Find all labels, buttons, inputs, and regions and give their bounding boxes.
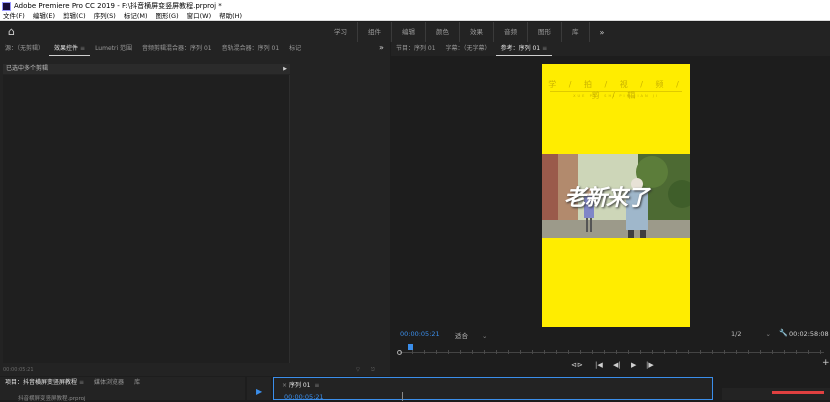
home-icon[interactable]: ⌂ [8,26,20,38]
timeline-tab[interactable]: × 序列 01 ≡ [282,380,319,389]
effect-controls-timecode: 00:00:05:21 [3,367,34,373]
quality-dropdown-value: 1/2 [731,330,742,338]
tab-source[interactable]: 源：（无剪辑） [0,42,49,56]
tools-panel: ▶ [247,377,271,400]
tab-markers[interactable]: 标记 [284,42,306,56]
workspace-editing[interactable]: 编辑 [392,22,426,42]
workspace-tabs: 学习 组件 编辑 颜色 效果 音频 图形 库 » [324,22,604,42]
title-bar: Adobe Premiere Pro CC 2019 - F:\抖音横屏变竖屏教… [0,0,830,12]
go-to-in-icon[interactable]: |◀ [595,361,603,369]
fit-dropdown-chevron-icon: ⌄ [482,332,488,340]
project-file-label: 抖音横屏变竖屏教程.prproj [18,396,86,402]
program-scrub-bar[interactable] [397,342,825,356]
video-overlay-text: 老新来了 [564,185,649,211]
tab-captions[interactable]: 字幕：（无字幕） [441,42,496,56]
workspace-learn[interactable]: 学习 [324,22,358,42]
tab-audio-track-mixer[interactable]: 音轨混合器：序列 01 [217,42,285,56]
effect-controls-footer: 00:00:05:21 ▽ ⎋ [0,364,390,376]
menu-file[interactable]: 文件(F) [0,12,29,20]
step-forward-icon[interactable]: |▶ [646,361,654,369]
menu-sequence[interactable]: 序列(S) [90,12,120,20]
workspace-audio[interactable]: 音频 [494,22,528,42]
project-panel-menu-icon[interactable]: ≡ [79,379,84,386]
selection-tool-icon[interactable]: ▶ [256,387,262,396]
source-panel-tabs: 源：（无剪辑） 效果控件 ≡ Lumetri 范围 音频剪辑混合器：序列 01 音… [0,42,390,56]
menu-graphics[interactable]: 图形(G) [152,12,183,20]
audio-meter-bar [772,391,824,394]
premiere-app-icon [2,1,11,11]
menu-clip[interactable]: 剪辑(C) [59,12,90,20]
workspace-bar: ⌂ 学习 组件 编辑 颜色 效果 音频 图形 库 » [0,22,830,42]
effect-controls-header-label: 已选中多个剪辑 [6,65,49,72]
tab-media-browser[interactable]: 媒体浏览器 [89,377,129,389]
project-panel: 项目：抖音横屏变竖屏教程 ≡ 媒体浏览器 库 抖音横屏变竖屏教程.prproj [0,377,245,402]
panel-menu-icon[interactable]: ≡ [80,45,85,52]
effect-controls-header: 已选中多个剪辑 ▶ [3,64,290,74]
timeline-panel-menu-icon[interactable]: ≡ [314,382,319,389]
menu-window[interactable]: 窗口(W) [183,12,216,20]
tab-effect-controls[interactable]: 效果控件 ≡ [49,42,91,56]
timeline-tab-label: 序列 01 [288,382,311,389]
program-monitor-tabs: 节目：序列 01 字幕：（无字幕） 参考：序列 01 ≡ [391,42,830,56]
tab-project[interactable]: 项目：抖音横屏变竖屏教程 ≡ [0,377,89,389]
play-icon[interactable]: ▶ [631,361,636,369]
program-timecode[interactable]: 00:00:05:21 [400,330,440,338]
menu-bar: 文件(F) 编辑(E) 剪辑(C) 序列(S) 标记(M) 图形(G) 窗口(W… [0,12,830,21]
menu-marker[interactable]: 标记(M) [120,12,152,20]
project-panel-tabs: 项目：抖音横屏变竖屏教程 ≡ 媒体浏览器 库 [0,377,245,389]
video-photo: 老新来了 [542,154,690,238]
workspace-graphics[interactable]: 图形 [528,22,562,42]
add-marker-icon[interactable]: ⊲⊳ [571,361,583,369]
close-tab-icon[interactable]: × [282,382,287,389]
tab-project-label: 项目：抖音横屏变竖屏教程 [5,379,78,386]
add-button-icon[interactable]: + [822,358,830,368]
video-title-divider [550,91,682,92]
window-title: Adobe Premiere Pro CC 2019 - F:\抖音横屏变竖屏教… [14,2,222,10]
tab-reference[interactable]: 参考：序列 01 ≡ [495,42,553,56]
video-subtitle: XUE PAI SHI PIN JIAN JI [573,94,659,98]
tab-program[interactable]: 节目：序列 01 [391,42,441,56]
source-tabs-overflow-icon[interactable]: » [379,43,384,52]
fit-dropdown[interactable]: 适合 ⌄ [455,330,487,340]
workspace-libraries[interactable]: 库 [562,22,590,42]
tab-audio-clip-mixer[interactable]: 音频剪辑混合器：序列 01 [137,42,217,56]
fit-dropdown-value: 适合 [455,332,468,340]
wrench-icon[interactable]: 🔧 [779,329,788,337]
menu-help[interactable]: 帮助(H) [215,12,246,20]
tab-lumetri-scopes[interactable]: Lumetri 范围 [90,42,137,56]
workspace-assembly[interactable]: 组件 [358,22,392,42]
source-panel: 源：（无剪辑） 效果控件 ≡ Lumetri 范围 音频剪辑混合器：序列 01 音… [0,42,390,376]
export-icon[interactable]: ⎋ [371,364,375,376]
scrub-ruler-ticks [400,350,824,354]
menu-edit[interactable]: 编辑(E) [29,12,59,20]
expand-arrow-icon[interactable]: ▶ [283,64,287,74]
tab-effect-controls-label: 效果控件 [54,45,79,52]
quality-dropdown-chevron-icon: ⌄ [765,330,771,338]
filter-icon[interactable]: ▽ [356,364,360,376]
program-duration: 00:02:58:08 [789,330,829,338]
tab-libraries[interactable]: 库 [129,377,145,389]
program-panel-menu-icon[interactable]: ≡ [542,45,547,52]
effect-controls-content [3,75,290,363]
workspace-effects[interactable]: 效果 [460,22,494,42]
scrub-start-circle-icon[interactable] [397,350,402,355]
timeline-panel: × 序列 01 ≡ 00:00:05:21 [273,377,713,401]
step-back-icon[interactable]: ◀| [613,361,621,369]
quality-dropdown[interactable]: 1/2 ⌄ [731,330,771,338]
audio-meter-panel [722,388,830,400]
workspace-color[interactable]: 颜色 [426,22,460,42]
tab-reference-label: 参考：序列 01 [500,45,541,52]
workspace-more-icon[interactable]: » [590,28,605,37]
